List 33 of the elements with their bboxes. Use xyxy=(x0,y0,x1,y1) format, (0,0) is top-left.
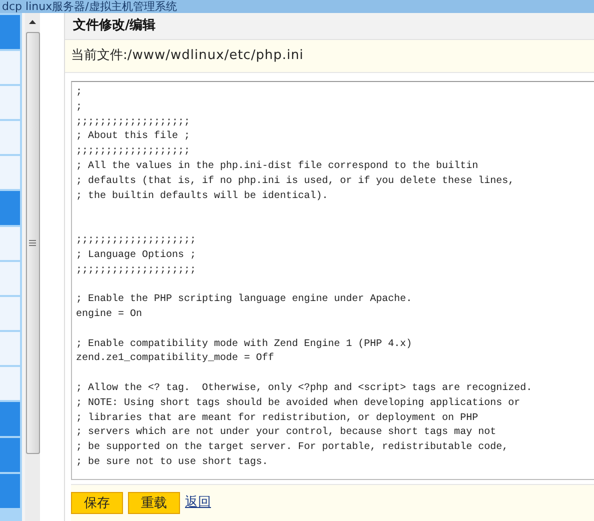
code-line: ; be supported on the target server. For portable, redistributable code, xyxy=(76,441,508,456)
window-title: dcp linux服务器/虚拟主机管理系统 xyxy=(1,0,177,13)
action-button[interactable]: 保存 xyxy=(71,492,123,514)
code-line: ;;;;;;;;;;;;;;;;;;;; xyxy=(76,264,196,278)
file-label: 当前文件: xyxy=(71,47,128,66)
back-link[interactable]: 返回 xyxy=(185,493,211,513)
code-line: ; servers which are not under your control, because short tags may not xyxy=(76,426,496,440)
code-line: ;;;;;;;;;;;;;;;;;;;; xyxy=(76,234,196,248)
code-line: zend.ze1_compatibility_mode = Off xyxy=(76,352,274,366)
grip-icon xyxy=(29,240,36,246)
code-line: ; Enable compatibility mode with Zend Engine 1 (PHP 4.x) xyxy=(76,338,412,352)
scroll-thumb[interactable] xyxy=(26,32,40,454)
code-line: ; All the values in the php.ini-dist file correspond to the builtin xyxy=(76,160,478,174)
code-line: ; Language Options ; xyxy=(76,248,196,263)
text-editor[interactable] xyxy=(71,81,594,480)
file-path: /www/wdlinux/etc/php.ini xyxy=(127,47,304,66)
code-line: ; xyxy=(76,86,82,100)
panel-title: 文件修改/编辑 xyxy=(73,16,156,36)
code-line: ; be sure not to use short tags. xyxy=(76,456,268,470)
scroll-up-icon[interactable] xyxy=(29,20,36,24)
action-button[interactable]: 重载 xyxy=(128,492,180,514)
code-line: ;;;;;;;;;;;;;;;;;;; xyxy=(76,145,190,160)
code-line: ; defaults (that is, if no php.ini is used, or if you delete these lines, xyxy=(76,174,514,189)
code-line: engine = On xyxy=(76,308,142,322)
code-line: ; Allow the <? tag. Otherwise, only <?php and <script> tags are recognized. xyxy=(76,382,532,396)
code-line: ; the builtin defaults will be identical). xyxy=(76,190,328,204)
code-line: ; About this file ; xyxy=(76,130,190,144)
code-line: ; libraries that are meant for redistribution, or deployment on PHP xyxy=(76,412,478,426)
code-line: ; Enable the PHP scripting language engine under Apache. xyxy=(76,293,412,308)
code-line: ;;;;;;;;;;;;;;;;;;; xyxy=(76,116,190,130)
code-line: ; xyxy=(76,100,82,115)
scrollbar[interactable] xyxy=(25,13,40,521)
code-line: ; NOTE: Using short tags should be avoided when developing applications or xyxy=(76,396,520,411)
